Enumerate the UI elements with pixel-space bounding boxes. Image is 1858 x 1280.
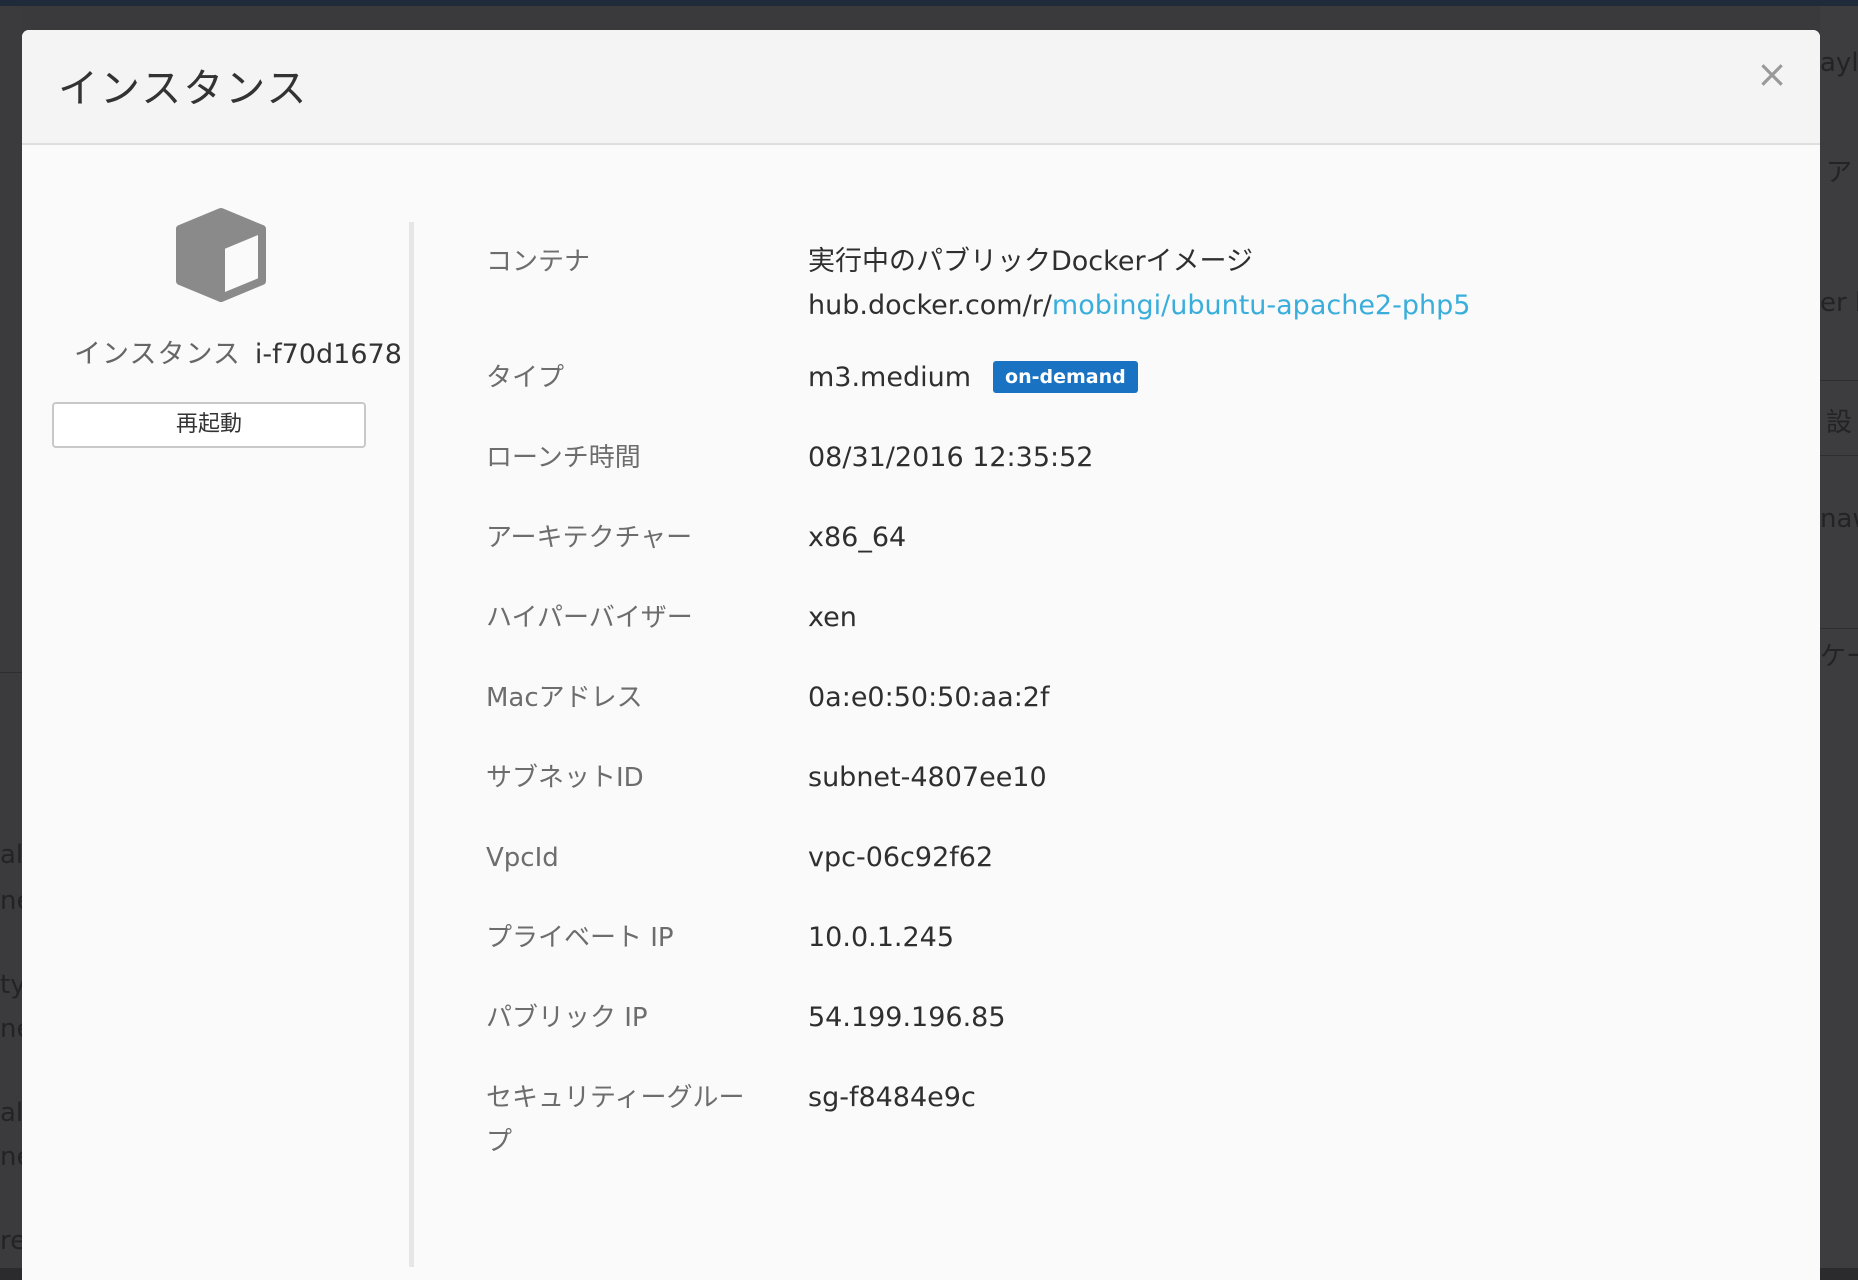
detail-value: x86_64: [808, 522, 907, 553]
detail-row-security-group: セキュリティーグルー プ sg-f8484e9c: [486, 1076, 1766, 1166]
background-topbar: [0, 0, 1858, 6]
detail-value: 08/31/2016 12:35:52: [808, 442, 1094, 473]
background-left-edge: [0, 6, 22, 1268]
detail-value: vpc-06c92f62: [808, 842, 994, 873]
modal-header: インスタンス ×: [22, 30, 1820, 145]
detail-row-hypervisor: ハイパーバイザー xen: [486, 596, 1766, 640]
detail-value: 実行中のパブリックDockerイメージ hub.docker.com/r/mob…: [808, 240, 1758, 328]
detail-row-private-ip: プライベート IP 10.0.1.245: [486, 916, 1766, 960]
detail-value: xen: [808, 602, 857, 633]
background-text: ayl: [1820, 48, 1858, 78]
detail-row-launch-time: ローンチ時間 08/31/2016 12:35:52: [486, 436, 1766, 480]
detail-label: プライベート IP: [486, 923, 674, 953]
container-description: 実行中のパブリックDockerイメージ: [808, 246, 1253, 277]
cube-icon: [176, 208, 266, 302]
column-divider: [409, 222, 414, 1267]
detail-value: 10.0.1.245: [808, 922, 954, 953]
background-text: ケー: [1820, 642, 1858, 672]
detail-row-subnet-id: サブネットID subnet-4807ee10: [486, 756, 1766, 800]
instance-type: m3.medium: [808, 362, 972, 393]
detail-value: 54.199.196.85: [808, 1002, 1006, 1033]
detail-row-mac-address: Macアドレス 0a:e0:50:50:aa:2f: [486, 676, 1766, 720]
image-link[interactable]: mobingi/ubuntu-apache2-php5: [1052, 290, 1471, 321]
detail-value: 0a:e0:50:50:aa:2f: [808, 682, 1050, 713]
detail-label: Macアドレス: [486, 683, 643, 713]
detail-row-vpc-id: VpcId vpc-06c92f62: [486, 836, 1766, 880]
detail-label: タイプ: [486, 363, 565, 393]
pricing-badge: on-demand: [993, 361, 1138, 393]
background-text: 設: [1826, 408, 1853, 438]
security-group-label-line2: プ: [486, 1127, 513, 1157]
background-divider: [1820, 380, 1858, 381]
security-group-label-line1: セキュリティーグルー: [486, 1083, 745, 1113]
detail-row-container: コンテナ 実行中のパブリックDockerイメージ hub.docker.com/…: [486, 240, 1766, 330]
background-text: er b: [1820, 288, 1858, 318]
background-divider: [1820, 628, 1858, 629]
detail-label: パブリック IP: [486, 1003, 648, 1033]
detail-label: セキュリティーグルー プ: [486, 1076, 756, 1164]
detail-row-type: タイプ m3.medium on-demand: [486, 356, 1766, 400]
background-text: ア: [1826, 158, 1853, 188]
image-url-prefix: hub.docker.com/r/: [808, 290, 1052, 321]
detail-value: subnet-4807ee10: [808, 762, 1047, 793]
background-divider: [0, 672, 22, 673]
detail-row-public-ip: パブリック IP 54.199.196.85: [486, 996, 1766, 1040]
instance-label: インスタンス: [74, 339, 241, 370]
close-button[interactable]: ×: [1752, 54, 1792, 94]
container-image: hub.docker.com/r/mobingi/ubuntu-apache2-…: [808, 284, 1758, 328]
detail-label: コンテナ: [486, 247, 591, 277]
detail-label: アーキテクチャー: [486, 523, 693, 553]
detail-label: ハイパーバイザー: [486, 603, 693, 633]
instance-id-line: インスタンス i-f70d1678: [74, 332, 402, 371]
restart-button[interactable]: 再起動: [52, 402, 366, 448]
detail-label: サブネットID: [486, 763, 644, 793]
modal-title: インスタンス: [58, 66, 309, 112]
background-divider: [1820, 455, 1858, 456]
detail-label: VpcId: [486, 843, 559, 873]
detail-row-architecture: アーキテクチャー x86_64: [486, 516, 1766, 560]
detail-value: m3.medium on-demand: [808, 356, 1758, 400]
instance-modal: インスタンス × インスタンス i-f70d1678 再起動 コンテナ 実行中のパ…: [22, 30, 1820, 1280]
detail-value: sg-f8484e9c: [808, 1082, 976, 1113]
instance-id: i-f70d1678: [254, 339, 402, 370]
background-text: naw: [1820, 504, 1858, 534]
detail-label: ローンチ時間: [486, 443, 641, 473]
